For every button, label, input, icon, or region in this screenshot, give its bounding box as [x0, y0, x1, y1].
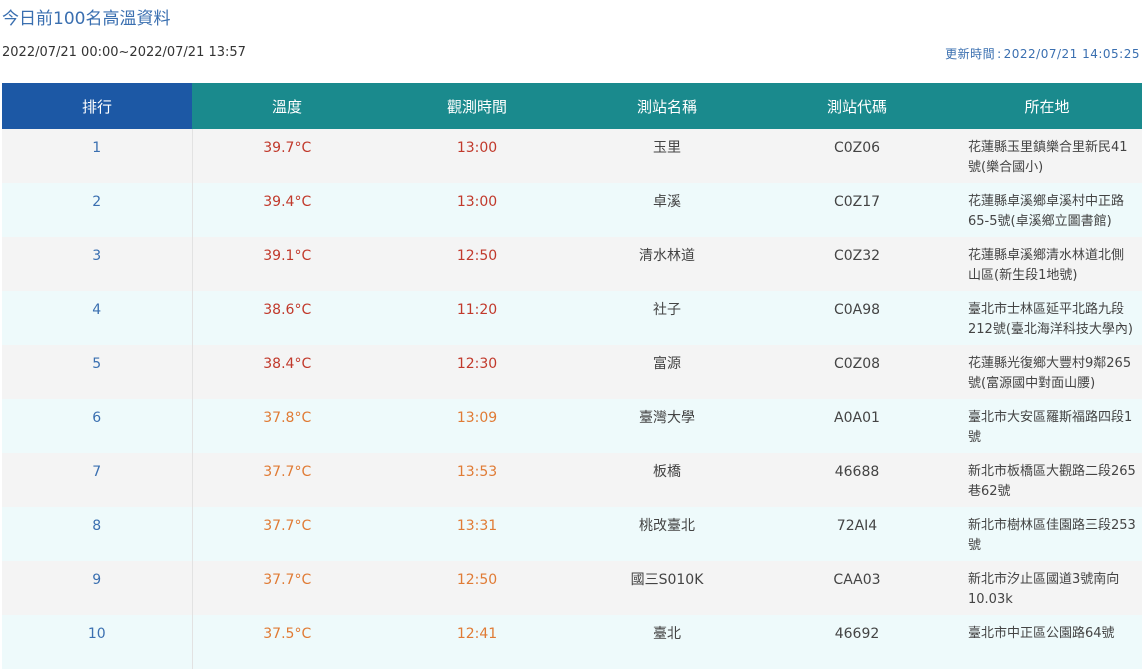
observation-time-cell: 12:50 [382, 561, 572, 615]
station-name-cell: 桃改臺北 [572, 507, 762, 561]
station-code-cell: C0Z17 [762, 183, 952, 237]
location-cell: 臺北市士林區延平北路九段212號(臺北海洋科技大學內) [952, 291, 1142, 345]
station-name-cell: 清水林道 [572, 237, 762, 291]
page-title: 今日前100名高溫資料 [2, 9, 171, 29]
rank-cell: 6 [2, 399, 193, 453]
table-row: 3 39.1°C 12:50 清水林道 C0Z32 花蓮縣卓溪鄉清水林道北側山區(新生段1… [2, 237, 1142, 291]
station-name-cell: 卓溪 [572, 183, 762, 237]
temperature-cell: 38.4°C [192, 345, 382, 399]
station-name-cell: 臺北 [572, 615, 762, 669]
temperature-cell: 37.8°C [192, 399, 382, 453]
station-name-cell: 板橋 [572, 453, 762, 507]
table-row: 1 39.7°C 13:00 玉里 C0Z06 花蓮縣玉里鎮樂合里新民41號(樂合國小) [2, 129, 1142, 183]
rank-cell: 4 [2, 291, 193, 345]
temperature-cell: 39.4°C [192, 183, 382, 237]
station-code-cell: 46692 [762, 615, 952, 669]
table-row: 9 37.7°C 12:50 國三S010K CAA03 新北市汐止區國道3號南向10.0… [2, 561, 1142, 615]
observation-time-cell: 13:53 [382, 453, 572, 507]
location-cell: 新北市汐止區國道3號南向10.03k [952, 561, 1142, 615]
temperature-cell: 37.7°C [192, 453, 382, 507]
station-name-cell: 國三S010K [572, 561, 762, 615]
station-code-cell: A0A01 [762, 399, 952, 453]
rank-cell: 1 [2, 129, 193, 183]
header-station-name[interactable]: 測站名稱 [572, 83, 762, 129]
station-name-cell: 玉里 [572, 129, 762, 183]
temperature-cell: 39.1°C [192, 237, 382, 291]
station-code-cell: 46688 [762, 453, 952, 507]
update-time: 更新時間:2022/07/21 14:05:25 [945, 45, 1140, 62]
station-name-cell: 富源 [572, 345, 762, 399]
observation-time-cell: 12:41 [382, 615, 572, 669]
header-observation-time[interactable]: 觀測時間 [382, 83, 572, 129]
update-time-value: 2022/07/21 14:05:25 [1003, 47, 1140, 61]
header-rank[interactable]: 排行 [2, 83, 192, 129]
station-code-cell: C0A98 [762, 291, 952, 345]
location-cell: 新北市板橋區大觀路二段265巷62號 [952, 453, 1142, 507]
station-code-cell: C0Z06 [762, 129, 952, 183]
table-row: 10 37.5°C 12:41 臺北 46692 臺北市中正區公園路64號 [2, 615, 1142, 669]
temperature-cell: 37.7°C [192, 561, 382, 615]
rank-cell: 5 [2, 345, 193, 399]
station-name-cell: 社子 [572, 291, 762, 345]
update-time-label: 更新時間 [945, 47, 996, 61]
location-cell: 花蓮縣光復鄉大豐村9鄰265號(富源國中對面山腰) [952, 345, 1142, 399]
temperature-cell: 39.7°C [192, 129, 382, 183]
table-row: 7 37.7°C 13:53 板橋 46688 新北市板橋區大觀路二段265巷62號 [2, 453, 1142, 507]
station-name-cell: 臺灣大學 [572, 399, 762, 453]
observation-time-cell: 13:00 [382, 183, 572, 237]
table-header-row: 排行 溫度 觀測時間 測站名稱 測站代碼 所在地 [2, 83, 1142, 129]
rank-cell: 3 [2, 237, 193, 291]
observation-time-cell: 13:09 [382, 399, 572, 453]
date-range: 2022/07/21 00:00~2022/07/21 13:57 [2, 45, 246, 60]
observation-time-cell: 12:50 [382, 237, 572, 291]
station-code-cell: CAA03 [762, 561, 952, 615]
table-row: 6 37.8°C 13:09 臺灣大學 A0A01 臺北市大安區羅斯福路四段1號 [2, 399, 1142, 453]
station-code-cell: 72AI4 [762, 507, 952, 561]
table-row: 5 38.4°C 12:30 富源 C0Z08 花蓮縣光復鄉大豐村9鄰265號(富源國中對… [2, 345, 1142, 399]
rank-cell: 10 [2, 615, 193, 669]
table-body: 1 39.7°C 13:00 玉里 C0Z06 花蓮縣玉里鎮樂合里新民41號(樂合國小) 2… [2, 129, 1142, 669]
location-cell: 新北市樹林區佳園路三段253號 [952, 507, 1142, 561]
high-temperature-table: 排行 溫度 觀測時間 測站名稱 測站代碼 所在地 1 39.7°C 13:00 玉里 C… [2, 83, 1142, 669]
rank-cell: 8 [2, 507, 193, 561]
rank-cell: 2 [2, 183, 193, 237]
header-temperature[interactable]: 溫度 [192, 83, 382, 129]
header-location[interactable]: 所在地 [952, 83, 1142, 129]
station-code-cell: C0Z08 [762, 345, 952, 399]
temperature-cell: 38.6°C [192, 291, 382, 345]
update-time-separator: : [997, 47, 1002, 61]
observation-time-cell: 12:30 [382, 345, 572, 399]
header-station-code[interactable]: 測站代碼 [762, 83, 952, 129]
temperature-cell: 37.7°C [192, 507, 382, 561]
observation-time-cell: 13:31 [382, 507, 572, 561]
rank-cell: 7 [2, 453, 193, 507]
location-cell: 花蓮縣卓溪鄉卓溪村中正路65-5號(卓溪鄉立圖書館) [952, 183, 1142, 237]
location-cell: 花蓮縣卓溪鄉清水林道北側山區(新生段1地號) [952, 237, 1142, 291]
observation-time-cell: 11:20 [382, 291, 572, 345]
table-row: 2 39.4°C 13:00 卓溪 C0Z17 花蓮縣卓溪鄉卓溪村中正路65-5號(卓溪鄉… [2, 183, 1142, 237]
table-row: 4 38.6°C 11:20 社子 C0A98 臺北市士林區延平北路九段212號(臺北海洋… [2, 291, 1142, 345]
rank-cell: 9 [2, 561, 193, 615]
location-cell: 臺北市中正區公園路64號 [952, 615, 1142, 669]
temperature-cell: 37.5°C [192, 615, 382, 669]
observation-time-cell: 13:00 [382, 129, 572, 183]
table-row: 8 37.7°C 13:31 桃改臺北 72AI4 新北市樹林區佳園路三段253號 [2, 507, 1142, 561]
location-cell: 臺北市大安區羅斯福路四段1號 [952, 399, 1142, 453]
location-cell: 花蓮縣玉里鎮樂合里新民41號(樂合國小) [952, 129, 1142, 183]
station-code-cell: C0Z32 [762, 237, 952, 291]
